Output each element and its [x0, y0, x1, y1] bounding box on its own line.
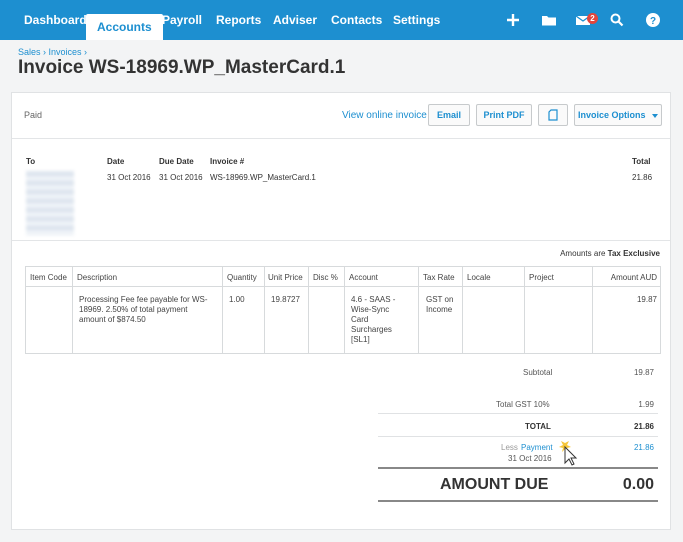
- description-line: Processing Fee fee payable for WS-: [79, 295, 208, 304]
- notification-badge: 2: [587, 13, 598, 24]
- due-date-label: Due Date: [159, 157, 194, 166]
- subtotal-label: Subtotal: [523, 368, 553, 377]
- total-label: Total: [632, 157, 651, 166]
- description-line: 18969. 2.50% of total payment: [79, 305, 188, 314]
- nav-contacts[interactable]: Contacts: [331, 0, 382, 40]
- breadcrumb[interactable]: Sales › Invoices ›: [18, 47, 87, 57]
- column-header: Amount AUD: [610, 273, 657, 282]
- date-value: 31 Oct 2016: [107, 173, 151, 182]
- svg-text:?: ?: [650, 16, 656, 27]
- tax-rate-cell: GST on Income: [426, 295, 453, 315]
- chevron-down-icon: [652, 113, 659, 118]
- column-header: Project: [529, 273, 554, 282]
- less-label: Less: [501, 443, 518, 452]
- amounts-are: Amounts are Tax Exclusive: [560, 249, 660, 258]
- total-row-value: 21.86: [633, 422, 654, 431]
- amount-due-label: AMOUNT DUE: [440, 476, 549, 493]
- column-divider: [72, 267, 73, 353]
- column-header: Description: [77, 273, 118, 282]
- view-online-invoice-link[interactable]: View online invoice: [342, 110, 427, 121]
- invoice-number-value: WS-18969.WP_MasterCard.1: [210, 173, 316, 182]
- invoice-options-button[interactable]: Invoice Options: [574, 104, 662, 126]
- amounts-are-value: Tax Exclusive: [607, 249, 660, 258]
- subtotal-value: 19.87: [633, 368, 654, 377]
- account-line: 4.6 - SAAS -: [351, 295, 396, 304]
- account-cell: 4.6 - SAAS - Wise-Sync Card Surcharges […: [351, 295, 395, 345]
- quantity-cell: 1.00: [229, 295, 245, 304]
- column-divider: [462, 267, 463, 353]
- date-label: Date: [107, 157, 125, 166]
- description-cell: Processing Fee fee payable for WS- 18969…: [79, 295, 219, 325]
- nav-dashboard[interactable]: Dashboard: [24, 0, 87, 40]
- column-header: Disc %: [313, 273, 338, 282]
- table-header: [26, 267, 660, 287]
- page-title: Invoice WS-18969.WP_MasterCard.1: [18, 57, 346, 78]
- search-icon[interactable]: [608, 11, 626, 29]
- status-label: Paid: [24, 110, 43, 120]
- to-label: To: [26, 157, 36, 166]
- gst-value: 1.99: [638, 400, 654, 409]
- unit-price-cell: 19.8727: [271, 295, 300, 304]
- total-row-label: TOTAL: [525, 422, 551, 431]
- gst-label: Total GST 10%: [496, 400, 550, 409]
- total-value: 21.86: [632, 173, 653, 182]
- column-divider: [344, 267, 345, 353]
- add-icon[interactable]: [504, 11, 522, 29]
- nav-reports[interactable]: Reports: [216, 0, 261, 40]
- copy-button[interactable]: [538, 104, 568, 126]
- email-button[interactable]: Email: [428, 104, 470, 126]
- account-line: [SL1]: [351, 335, 370, 344]
- nav-adviser[interactable]: Adviser: [273, 0, 317, 40]
- column-divider: [592, 267, 593, 353]
- payment-link[interactable]: Payment: [521, 443, 553, 452]
- column-header: Locale: [467, 273, 491, 282]
- amount-due-value: 0.00: [622, 476, 654, 493]
- divider: [378, 500, 658, 502]
- nav-payroll[interactable]: Payroll: [162, 0, 202, 40]
- tax-rate-line: Income: [426, 305, 453, 314]
- invoice-toolbar: Paid View online invoice Email Print PDF…: [12, 93, 670, 139]
- print-pdf-button[interactable]: Print PDF: [476, 104, 532, 126]
- invoice-number-label: Invoice #: [210, 157, 245, 166]
- column-header: Tax Rate: [423, 273, 455, 282]
- column-divider: [308, 267, 309, 353]
- divider: [12, 240, 670, 241]
- column-divider: [264, 267, 265, 353]
- column-header: Unit Price: [268, 273, 303, 282]
- copy-icon: [548, 109, 558, 121]
- account-line: Card: [351, 315, 369, 324]
- invoice-card: Paid View online invoice Email Print PDF…: [11, 92, 671, 530]
- column-divider: [418, 267, 419, 353]
- cursor-icon: [559, 439, 578, 466]
- column-header: Account: [349, 273, 378, 282]
- folder-icon[interactable]: [540, 11, 558, 29]
- divider: [378, 467, 658, 469]
- column-header: Item Code: [30, 273, 67, 282]
- payment-date: 31 Oct 2016: [508, 454, 552, 463]
- payment-amount: 21.86: [633, 443, 654, 452]
- nav-settings[interactable]: Settings: [393, 0, 440, 40]
- column-divider: [222, 267, 223, 353]
- help-icon[interactable]: ?: [644, 11, 662, 29]
- recipient-address: [26, 171, 74, 235]
- description-line: amount of $874.50: [79, 315, 146, 324]
- line-items-table: Item Code Description Quantity Unit Pric…: [25, 266, 661, 354]
- tax-rate-line: GST on: [426, 295, 454, 304]
- amounts-are-label: Amounts are: [560, 249, 606, 258]
- due-date-value: 31 Oct 2016: [159, 173, 203, 182]
- divider: [378, 436, 658, 437]
- nav-accounts[interactable]: Accounts: [86, 14, 163, 40]
- column-header: Quantity: [227, 273, 257, 282]
- divider: [378, 413, 658, 414]
- amount-cell: 19.87: [636, 295, 657, 304]
- invoice-options-label: Invoice Options: [577, 110, 646, 120]
- account-line: Surcharges: [351, 325, 392, 334]
- column-divider: [524, 267, 525, 353]
- top-nav: Dashboard Accounts Payroll Reports Advis…: [0, 0, 683, 40]
- account-line: Wise-Sync: [351, 305, 390, 314]
